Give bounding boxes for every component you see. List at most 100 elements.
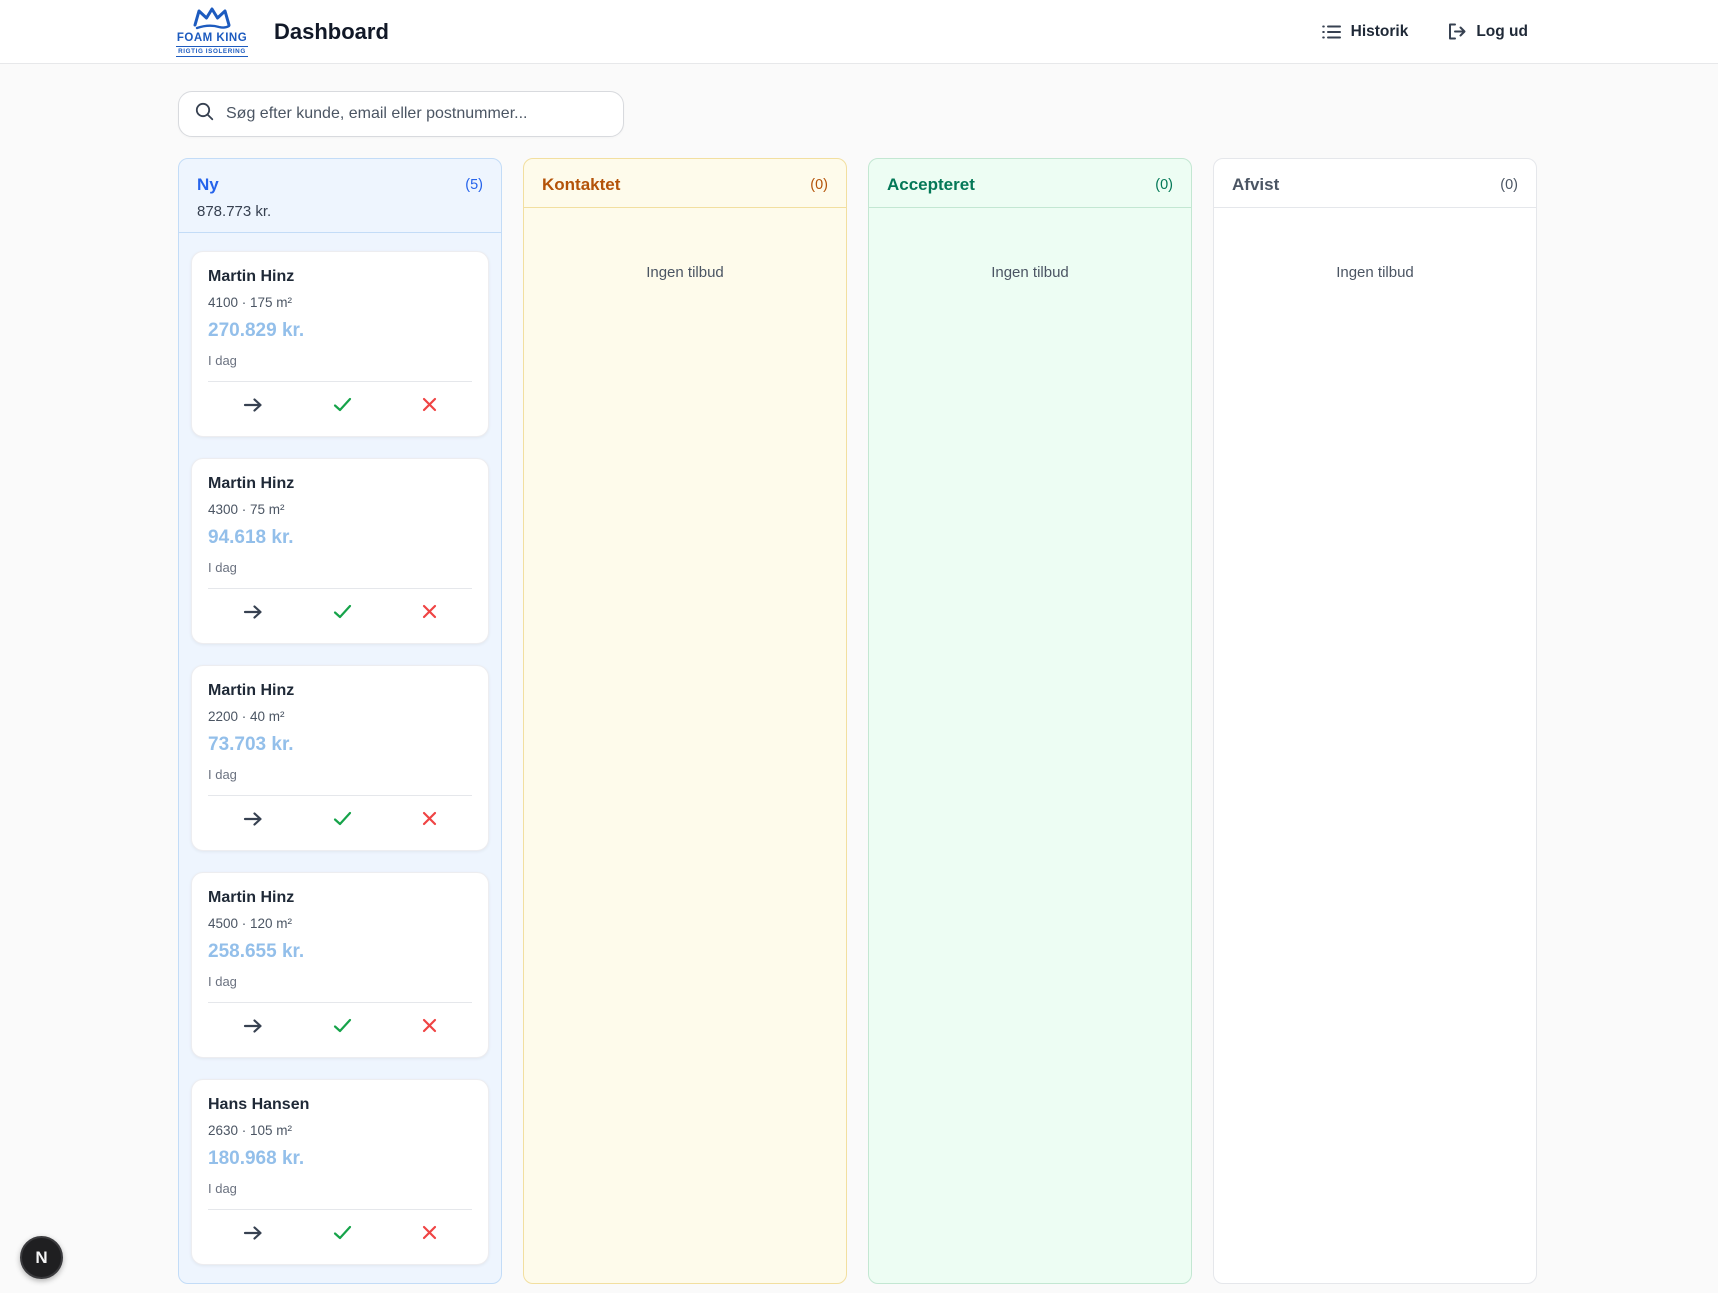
column-title: Ny [197, 175, 219, 195]
check-icon [333, 1225, 352, 1243]
column-total: 878.773 kr. [197, 203, 483, 220]
x-icon [422, 604, 437, 622]
historik-button[interactable]: Historik [1322, 23, 1409, 41]
app-header: FOAM KING RIGTIG ISOLERING Dashboard His… [0, 0, 1718, 64]
accept-button[interactable] [323, 598, 362, 628]
customer-name: Martin Hinz [208, 475, 472, 493]
logout-icon [1448, 23, 1466, 40]
app-logo: FOAM KING RIGTIG ISOLERING [176, 6, 248, 57]
offer-date: I dag [208, 974, 472, 989]
header-actions: Historik Log ud [1322, 23, 1528, 41]
offer-meta: 4500 · 120 m² [208, 916, 472, 931]
search-icon [195, 102, 214, 126]
move-forward-button[interactable] [233, 391, 273, 422]
offer-date: I dag [208, 353, 472, 368]
offer-card[interactable]: Hans Hansen 2630 · 105 m² 180.968 kr. I … [191, 1079, 489, 1265]
board-column-accepteret: Accepteret (0) Ingen tilbud [868, 158, 1192, 1284]
offer-date: I dag [208, 1181, 472, 1196]
historik-label: Historik [1351, 23, 1409, 41]
card-divider [208, 1002, 472, 1003]
kanban-board: Ny (5) 878.773 kr. Martin Hinz 4100 · 17… [178, 158, 1718, 1284]
column-header: Afvist (0) [1214, 159, 1536, 208]
customer-name: Hans Hansen [208, 1096, 472, 1114]
x-icon [422, 1018, 437, 1036]
column-body: Ingen tilbud [1214, 208, 1536, 1283]
offer-card[interactable]: Martin Hinz 4300 · 75 m² 94.618 kr. I da… [191, 458, 489, 644]
column-count: (0) [810, 177, 828, 193]
reject-button[interactable] [412, 805, 447, 835]
arrow-right-icon [243, 397, 263, 416]
move-forward-button[interactable] [233, 598, 273, 629]
offer-meta: 4100 · 175 m² [208, 295, 472, 310]
main-content: Ny (5) 878.773 kr. Martin Hinz 4100 · 17… [0, 64, 1718, 1284]
search-input[interactable] [226, 105, 607, 123]
page-title: Dashboard [274, 19, 389, 45]
card-divider [208, 381, 472, 382]
move-forward-button[interactable] [233, 1012, 273, 1043]
card-divider [208, 795, 472, 796]
offer-meta: 2200 · 40 m² [208, 709, 472, 724]
check-icon [333, 397, 352, 415]
offer-card[interactable]: Martin Hinz 2200 · 40 m² 73.703 kr. I da… [191, 665, 489, 851]
reject-button[interactable] [412, 1012, 447, 1042]
logo-name: FOAM KING [177, 32, 247, 45]
arrow-right-icon [243, 604, 263, 623]
reject-button[interactable] [412, 598, 447, 628]
column-header: Accepteret (0) [869, 159, 1191, 208]
crown-logo-icon [189, 6, 235, 32]
card-divider [208, 1209, 472, 1210]
customer-name: Martin Hinz [208, 682, 472, 700]
empty-column-text: Ingen tilbud [536, 226, 834, 281]
x-icon [422, 811, 437, 829]
column-title: Kontaktet [542, 175, 620, 195]
check-icon [333, 1018, 352, 1036]
card-actions [208, 1212, 472, 1256]
board-column-ny: Ny (5) 878.773 kr. Martin Hinz 4100 · 17… [178, 158, 502, 1284]
column-count: (0) [1155, 177, 1173, 193]
move-forward-button[interactable] [233, 1219, 273, 1250]
column-count: (0) [1500, 177, 1518, 193]
list-icon [1322, 24, 1341, 40]
logout-button[interactable]: Log ud [1448, 23, 1528, 41]
check-icon [333, 604, 352, 622]
offer-date: I dag [208, 560, 472, 575]
dev-badge[interactable]: N [20, 1236, 63, 1279]
accept-button[interactable] [323, 391, 362, 421]
reject-button[interactable] [412, 391, 447, 421]
arrow-right-icon [243, 1018, 263, 1037]
card-divider [208, 588, 472, 589]
logout-label: Log ud [1476, 23, 1528, 41]
reject-button[interactable] [412, 1219, 447, 1249]
column-body: Ingen tilbud [869, 208, 1191, 1283]
search-bar [178, 91, 624, 137]
move-forward-button[interactable] [233, 805, 273, 836]
arrow-right-icon [243, 811, 263, 830]
offer-price: 258.655 kr. [208, 941, 472, 963]
offer-date: I dag [208, 767, 472, 782]
customer-name: Martin Hinz [208, 889, 472, 907]
accept-button[interactable] [323, 805, 362, 835]
accept-button[interactable] [323, 1012, 362, 1042]
accept-button[interactable] [323, 1219, 362, 1249]
offer-price: 270.829 kr. [208, 320, 472, 342]
card-actions [208, 798, 472, 842]
column-header: Ny (5) 878.773 kr. [179, 159, 501, 233]
card-actions [208, 591, 472, 635]
offer-price: 94.618 kr. [208, 527, 472, 549]
column-header: Kontaktet (0) [524, 159, 846, 208]
empty-column-text: Ingen tilbud [1226, 226, 1524, 281]
offer-card[interactable]: Martin Hinz 4100 · 175 m² 270.829 kr. I … [191, 251, 489, 437]
logo-tagline: RIGTIG ISOLERING [176, 46, 248, 57]
card-actions [208, 384, 472, 428]
offer-price: 73.703 kr. [208, 734, 472, 756]
column-body: Martin Hinz 4100 · 175 m² 270.829 kr. I … [179, 233, 501, 1283]
x-icon [422, 397, 437, 415]
offer-meta: 2630 · 105 m² [208, 1123, 472, 1138]
board-column-afvist: Afvist (0) Ingen tilbud [1213, 158, 1537, 1284]
column-body: Ingen tilbud [524, 208, 846, 1283]
offer-price: 180.968 kr. [208, 1148, 472, 1170]
arrow-right-icon [243, 1225, 263, 1244]
card-actions [208, 1005, 472, 1049]
check-icon [333, 811, 352, 829]
offer-card[interactable]: Martin Hinz 4500 · 120 m² 258.655 kr. I … [191, 872, 489, 1058]
